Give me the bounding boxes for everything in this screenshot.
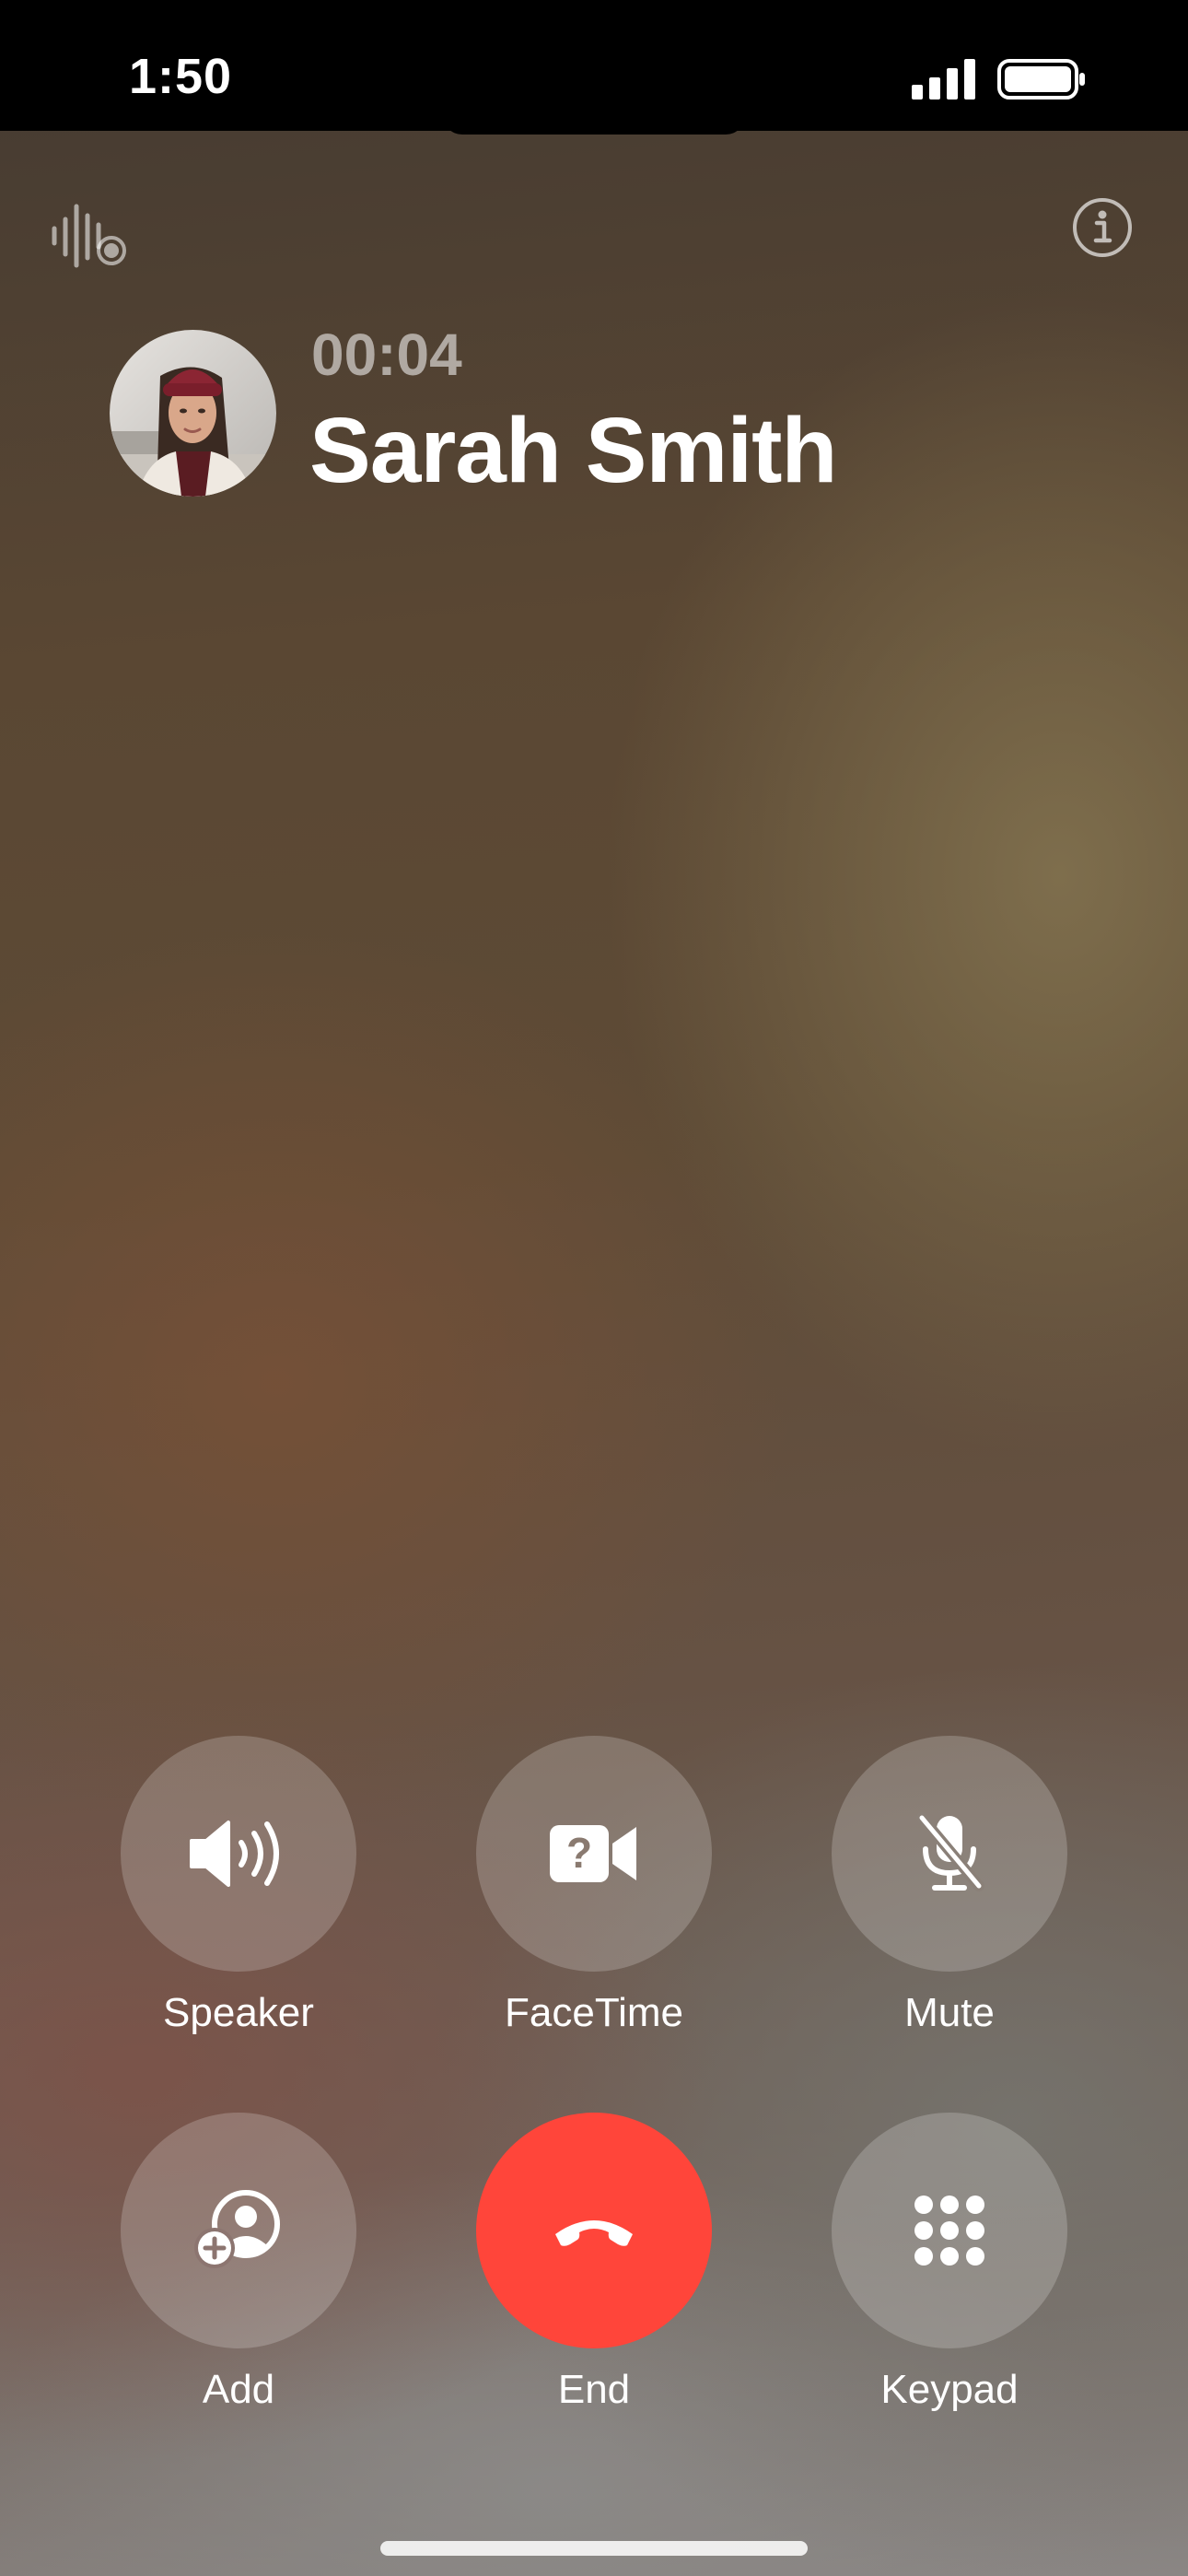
add-label: Add [202, 2367, 275, 2412]
call-screen: 1:50 00:04 Sarah Smith Speaker ? FaceTim… [0, 0, 1188, 2576]
svg-text:?: ? [566, 1829, 592, 1877]
end-call-control: End [476, 2113, 712, 2413]
caller-name: Sarah Smith [309, 399, 837, 502]
mute-button[interactable] [832, 1736, 1067, 1972]
keypad-label: Keypad [880, 2367, 1019, 2412]
dynamic-island [442, 114, 746, 135]
end-label: End [557, 2367, 631, 2412]
facetime-label: FaceTime [505, 1990, 683, 2035]
home-indicator[interactable] [380, 2541, 808, 2556]
speaker-control: Speaker [121, 1736, 356, 2036]
mute-control: Mute [832, 1736, 1067, 2036]
facetime-control: ? FaceTime [476, 1736, 712, 2036]
facetime-button[interactable]: ? [476, 1736, 712, 1972]
add-call-button[interactable] [121, 2113, 356, 2348]
status-bar: 1:50 [0, 0, 1188, 135]
call-duration: 00:04 [311, 322, 462, 388]
add-person-icon [194, 2190, 280, 2268]
keypad-button[interactable] [832, 2113, 1067, 2348]
info-icon[interactable] [1072, 197, 1133, 258]
mute-label: Mute [904, 1990, 995, 2035]
live-voicemail-recording-icon[interactable] [51, 203, 134, 269]
keypad-control: Keypad [832, 2113, 1067, 2413]
contact-avatar [110, 330, 276, 497]
end-call-button[interactable] [476, 2113, 712, 2348]
add-call-control: Add [121, 2113, 356, 2413]
speaker-button[interactable] [121, 1736, 356, 1972]
keypad-grid-icon [914, 2195, 984, 2266]
facetime-unknown-icon: ? [550, 1825, 636, 1882]
battery-icon [997, 59, 1085, 100]
phone-down-icon [555, 2220, 633, 2246]
speaker-label: Speaker [163, 1990, 314, 2035]
status-time: 1:50 [129, 49, 233, 104]
mic-slash-icon [916, 1812, 984, 1891]
signal-icon [912, 59, 975, 100]
speaker-icon [190, 1821, 279, 1887]
